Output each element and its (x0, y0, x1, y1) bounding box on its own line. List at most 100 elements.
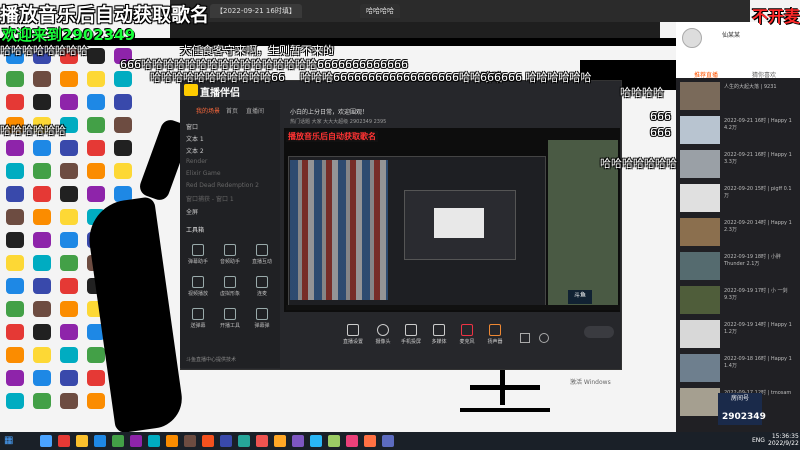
desktop-app-icon[interactable] (114, 117, 132, 133)
btn-multimedia[interactable]: 多媒体 (424, 324, 454, 345)
desktop-app-icon[interactable] (6, 232, 24, 248)
desktop-app-icon[interactable] (60, 186, 78, 202)
desktop-app-icon[interactable] (87, 48, 105, 64)
source-item-1[interactable]: 窗口 (186, 122, 198, 131)
source-item-6[interactable]: Red Dead Redemption 2 (186, 182, 259, 189)
side-tab-home[interactable]: 首页 (226, 106, 238, 115)
desktop-app-icon[interactable] (6, 186, 24, 202)
desktop-app-icon[interactable] (6, 324, 24, 340)
recommend-item[interactable]: 人生的大起大落 | 9231 (680, 82, 798, 112)
source-item-8[interactable]: 全屏 (186, 207, 198, 216)
btn-phone-cast[interactable]: 手机投屏 (396, 324, 426, 345)
tool-audio[interactable]: 音频助手 (216, 244, 244, 265)
start-live-button[interactable] (584, 326, 614, 338)
recommend-item[interactable]: 2022-09-21 16时 | Happy 1 4.2万 (680, 116, 798, 146)
desktop-app-icon[interactable] (33, 347, 51, 363)
recommend-item[interactable]: 2022-09-21 16时 | Happy 1 3.3万 (680, 150, 798, 180)
desktop-app-icon[interactable] (60, 278, 78, 294)
taskbar-app-icon[interactable] (202, 435, 214, 447)
recommend-item[interactable]: 2022-09-20 15时 | pigff 0.1万 (680, 184, 798, 214)
tool-popup[interactable]: 弹幕弹 (248, 308, 276, 329)
source-item-4[interactable]: Render (186, 158, 207, 165)
desktop-app-icon[interactable] (6, 71, 24, 87)
desktop-app-icon[interactable] (33, 94, 51, 110)
settings-icon[interactable] (520, 333, 530, 343)
desktop-app-icon[interactable] (87, 71, 105, 87)
taskbar-app-icon[interactable] (76, 435, 88, 447)
desktop-app-icon[interactable] (87, 94, 105, 110)
desktop-app-icon[interactable] (6, 255, 24, 271)
desktop-app-icon[interactable] (6, 140, 24, 156)
taskbar-app-icon[interactable] (130, 435, 142, 447)
desktop-app-icon[interactable] (60, 393, 78, 409)
taskbar-app-icon[interactable] (346, 435, 358, 447)
desktop-app-icon[interactable] (60, 347, 78, 363)
taskbar-app-icon[interactable] (256, 435, 268, 447)
recommend-item[interactable]: 2022-09-19 14时 | Happy 1 1.2万 (680, 320, 798, 350)
windows-start-icon[interactable]: ▦ (4, 436, 14, 446)
desktop-app-icon[interactable] (33, 393, 51, 409)
browser-tab-1[interactable]: 【2022-09-21 16时填】 (210, 4, 302, 18)
desktop-app-icon[interactable] (60, 370, 78, 386)
taskbar-app-icon[interactable] (94, 435, 106, 447)
desktop-app-icon[interactable] (114, 163, 132, 179)
taskbar-app-icon[interactable] (112, 435, 124, 447)
desktop-app-icon[interactable] (60, 209, 78, 225)
desktop-app-icon[interactable] (60, 301, 78, 317)
desktop-app-icon[interactable] (33, 324, 51, 340)
browser-tab-2[interactable]: 哈哈哈哈 (360, 4, 400, 18)
tool-danmaku[interactable]: 弹幕助手 (184, 244, 212, 265)
desktop-app-icon[interactable] (87, 163, 105, 179)
desktop-app-icon[interactable] (6, 94, 24, 110)
desktop-app-icon[interactable] (6, 278, 24, 294)
recommend-item[interactable]: 2022-09-19 17时 | 小 一剑 9.3万 (680, 286, 798, 316)
desktop-app-icon[interactable] (33, 186, 51, 202)
desktop-app-icon[interactable] (33, 278, 51, 294)
recommend-item[interactable]: 2022-09-18 16时 | Happy 1 1.4万 (680, 354, 798, 384)
desktop-app-icon[interactable] (87, 347, 105, 363)
btn-speaker[interactable]: 扬声器 (480, 324, 510, 345)
taskbar-app-icon[interactable] (166, 435, 178, 447)
desktop-app-icon[interactable] (6, 209, 24, 225)
desktop-app-icon[interactable] (33, 232, 51, 248)
desktop-app-icon[interactable] (6, 347, 24, 363)
desktop-app-icon[interactable] (33, 140, 51, 156)
system-clock[interactable]: 15:36:35 2022/9/22 (768, 433, 799, 447)
source-item-5[interactable]: Elixir Game (186, 170, 221, 177)
taskbar-app-icon[interactable] (310, 435, 322, 447)
desktop-app-icon[interactable] (6, 163, 24, 179)
taskbar-app-icon[interactable] (220, 435, 232, 447)
tool-start[interactable]: 开播工具 (216, 308, 244, 329)
btn-camera[interactable]: 摄像头 (368, 324, 398, 345)
desktop-app-icon[interactable] (33, 301, 51, 317)
source-item-3[interactable]: 文本 2 (186, 146, 204, 155)
taskbar-app-icon[interactable] (274, 435, 286, 447)
desktop-app-icon[interactable] (33, 370, 51, 386)
taskbar-app-icon[interactable] (238, 435, 250, 447)
desktop-app-icon[interactable] (33, 255, 51, 271)
desktop-app-icon[interactable] (87, 393, 105, 409)
desktop-app-icon[interactable] (33, 209, 51, 225)
taskbar-app-icon[interactable] (292, 435, 304, 447)
desktop-app-icon[interactable] (60, 232, 78, 248)
source-item-7[interactable]: 窗口捕获 - 窗口 1 (186, 194, 234, 203)
taskbar-app-icon[interactable] (148, 435, 160, 447)
btn-microphone[interactable]: 麦克风 (452, 324, 482, 345)
taskbar-app-icon[interactable] (328, 435, 340, 447)
taskbar-app-icon[interactable] (184, 435, 196, 447)
desktop-app-icon[interactable] (6, 301, 24, 317)
tool-send-danmaku[interactable]: 送弹幕 (184, 308, 212, 329)
desktop-app-icon[interactable] (33, 163, 51, 179)
btn-live-settings[interactable]: 直播设置 (338, 324, 368, 345)
desktop-app-icon[interactable] (114, 140, 132, 156)
taskbar-app-icon[interactable] (364, 435, 376, 447)
desktop-app-icon[interactable] (87, 370, 105, 386)
desktop-app-icon[interactable] (114, 94, 132, 110)
source-item-2[interactable]: 文本 1 (186, 134, 204, 143)
desktop-app-icon[interactable] (60, 255, 78, 271)
language-indicator[interactable]: ENG (752, 437, 765, 444)
tool-interact[interactable]: 直播互动 (248, 244, 276, 265)
desktop-app-icon[interactable] (6, 393, 24, 409)
recommend-item[interactable]: 2022-09-20 14时 | Happy 1 2.3万 (680, 218, 798, 248)
desktop-app-icon[interactable] (60, 140, 78, 156)
